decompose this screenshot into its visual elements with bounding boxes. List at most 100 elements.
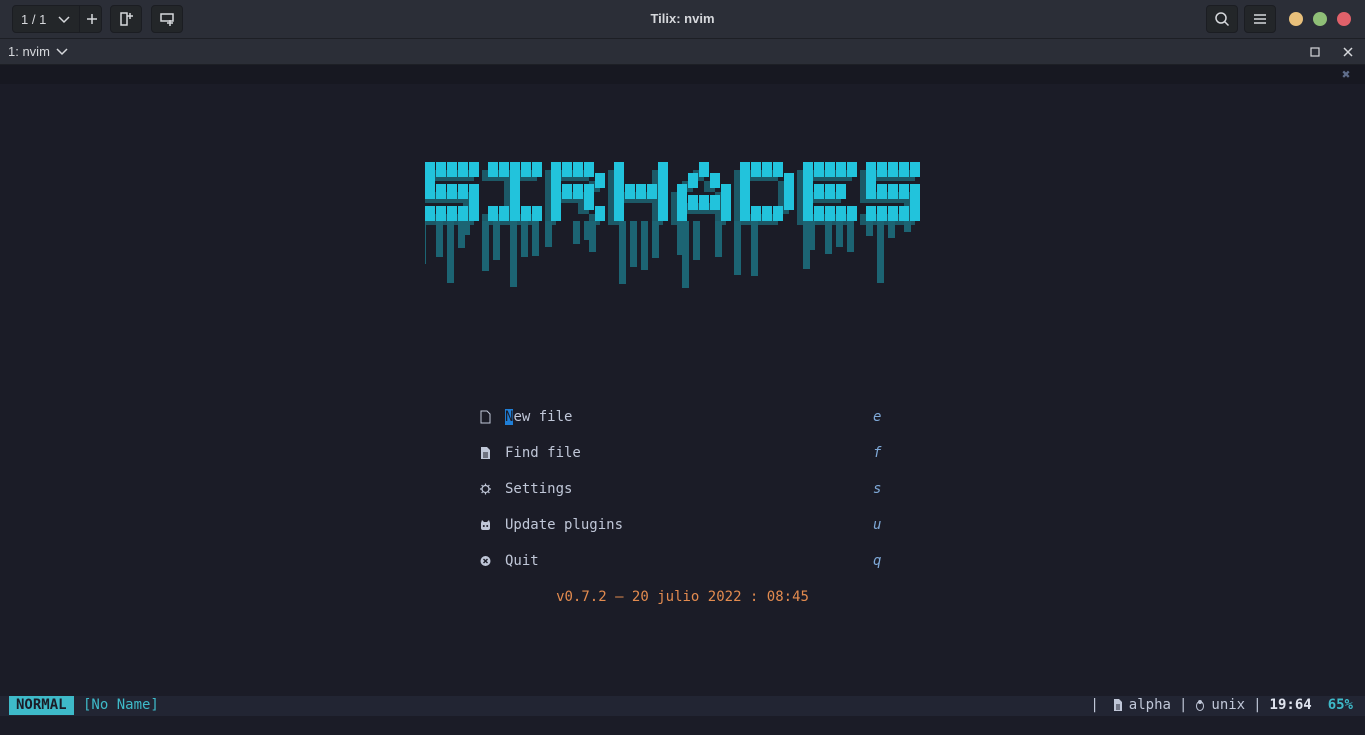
logo-pixel: [877, 206, 887, 221]
file-icon: [479, 410, 492, 424]
terminal-view[interactable]: ✖ New file e Find file f Settings s Update plu…: [0, 65, 1365, 735]
close-terminal-icon[interactable]: [1341, 45, 1355, 59]
close-tab-icon[interactable]: ✖: [1342, 67, 1350, 83]
gear-icon: [479, 482, 492, 496]
logo-pixel: [847, 162, 857, 177]
mode-indicator: NORMAL: [9, 696, 74, 715]
logo-pixel: [773, 206, 783, 221]
logo-pixel: [825, 184, 835, 199]
logo-pixel: [447, 162, 457, 177]
logo-pixel: [877, 184, 887, 199]
logo-pixel: [762, 206, 772, 221]
logo-drip: [589, 221, 596, 252]
logo-pixel: [532, 206, 542, 221]
logo-drip: [521, 221, 528, 257]
menu-item-shortcut: q: [873, 553, 882, 569]
logo-pixel: [688, 195, 698, 210]
menu-item-find-file[interactable]: Find file f: [477, 443, 897, 465]
logo-pixel: [836, 184, 846, 199]
menu-item-quit[interactable]: Quit q: [477, 551, 897, 573]
session-switcher[interactable]: 1 / 1: [12, 5, 102, 33]
menu-item-label: Find file: [505, 445, 581, 461]
split-right-button[interactable]: [110, 5, 142, 33]
window-title: Tilix: nvim: [650, 11, 715, 26]
menu-item-label: New file: [505, 409, 573, 425]
chevron-down-icon[interactable]: [52, 6, 76, 32]
logo-pixel: [532, 162, 542, 177]
menu-item-label: Update plugins: [505, 517, 624, 533]
logo-pixel: [814, 162, 824, 177]
logo-pixel: [469, 162, 479, 177]
statusline: NORMAL [No Name] | alpha | unix | 19:64 …: [0, 696, 1365, 716]
chevron-down-icon[interactable]: [55, 45, 69, 59]
buffer-name: [No Name]: [83, 697, 159, 713]
logo-drip: [641, 221, 648, 270]
logo-drip: [847, 221, 854, 252]
logo-drip: [532, 221, 539, 256]
logo-pixel: [488, 162, 498, 177]
add-session-icon[interactable]: [79, 6, 104, 32]
logo-pixel: [688, 173, 698, 188]
logo-pixel: [699, 195, 709, 210]
logo-drip: [425, 221, 426, 264]
logo-pixel: [636, 184, 646, 199]
logo-pixel: [751, 206, 761, 221]
logo-drip: [493, 221, 500, 260]
dashboard-footer: v0.7.2 — 20 julio 2022 : 08:45: [556, 589, 809, 605]
menu-item-settings[interactable]: Settings s: [477, 479, 897, 501]
logo-pixel: [910, 206, 920, 221]
logo-pixel: [710, 173, 720, 188]
logo-pixel: [458, 184, 468, 199]
split-right-icon: [120, 12, 133, 26]
logo-pixel: [814, 206, 824, 221]
logo-pixel: [740, 206, 750, 221]
logo-pixel: [647, 184, 657, 199]
menu-item-update-plugins[interactable]: Update plugins u: [477, 515, 897, 537]
maximize-button[interactable]: [1313, 12, 1327, 26]
menu-button[interactable]: [1244, 5, 1276, 33]
logo-drip: [715, 221, 722, 257]
logo-pixel: [658, 206, 668, 221]
tabline: [0, 65, 1365, 84]
logo-drip: [836, 221, 843, 247]
logo-pixel: [773, 162, 783, 177]
logo-drip: [630, 221, 637, 267]
menu-item-shortcut: e: [873, 409, 882, 425]
logo-pixel: [562, 184, 572, 199]
logo-drip: [682, 221, 689, 288]
logo-pixel: [584, 162, 594, 177]
logo-pixel: [888, 162, 898, 177]
logo-pixel: [447, 184, 457, 199]
search-icon: [1215, 12, 1230, 27]
find-button[interactable]: [1206, 5, 1238, 33]
logo-pixel: [584, 195, 594, 210]
logo-pixel: [562, 162, 572, 177]
logo-pixel: [447, 206, 457, 221]
maximize-terminal-icon[interactable]: [1308, 45, 1322, 59]
separator: |: [1178, 697, 1188, 713]
logo-drip: [693, 221, 700, 260]
logo-drip: [652, 221, 659, 258]
separator: |: [1253, 697, 1262, 713]
menu-item-label: Quit: [505, 553, 539, 569]
terminal-title[interactable]: 1: nvim: [8, 44, 50, 59]
menu-item-shortcut: u: [873, 517, 882, 533]
menu-item-new-file[interactable]: New file e: [477, 407, 897, 429]
linux-icon: [1196, 700, 1205, 711]
close-window-button[interactable]: [1337, 12, 1351, 26]
logo-pixel: [825, 162, 835, 177]
logo-pixel: [899, 206, 909, 221]
logo-drip: [573, 221, 580, 244]
logo-drip: [482, 221, 489, 271]
split-down-button[interactable]: [151, 5, 183, 33]
github-icon: [479, 518, 492, 532]
logo-pixel: [836, 162, 846, 177]
logo-pixel: [877, 162, 887, 177]
logo-pixel: [469, 206, 479, 221]
logo-pixel: [458, 162, 468, 177]
minimize-button[interactable]: [1289, 12, 1303, 26]
logo-drip: [463, 221, 470, 235]
logo-pixel: [425, 184, 435, 199]
logo-drip: [888, 221, 895, 238]
cursor-position: 19:64: [1269, 697, 1312, 713]
